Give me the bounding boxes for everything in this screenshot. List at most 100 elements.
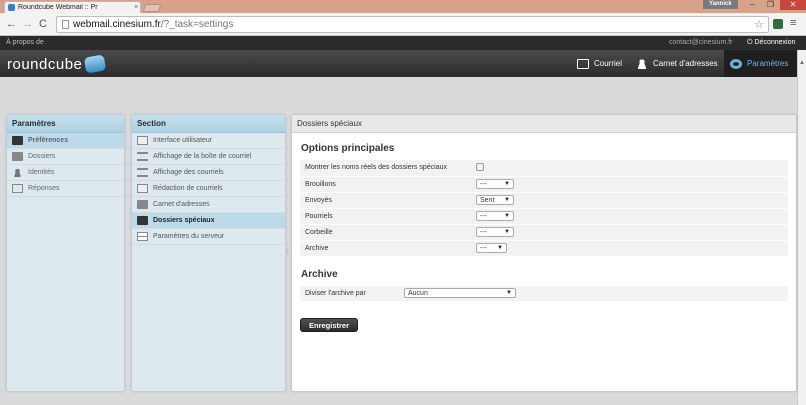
table-row: Corbeille --- ▼ — [300, 224, 788, 240]
section-item-user-interface[interactable]: Interface utilisateur — [132, 133, 285, 149]
section-panel-title: Section — [132, 115, 285, 133]
archive-options-table: Diviser l'archive par Aucun ▼ — [300, 285, 788, 303]
logout-link[interactable]: ⏻ Déconnexion — [747, 36, 795, 50]
section-item-label: Affichage de la boîte de courriel — [153, 153, 252, 160]
junk-value: --- — [480, 212, 487, 220]
server-icon — [137, 232, 148, 241]
section-item-special-folders[interactable]: Dossiers spéciaux — [132, 213, 285, 229]
reload-icon[interactable]: C — [39, 18, 47, 30]
nav-contacts[interactable]: Carnet d'adresses — [636, 50, 718, 77]
main-options-table: Montrer les noms réels des dossiers spéc… — [300, 160, 788, 257]
sidebar-item-preferences[interactable]: Préférences — [7, 133, 124, 149]
sidebar-item-label: Réponses — [28, 185, 60, 192]
show-real-names-checkbox[interactable] — [476, 162, 484, 171]
dropdown-arrow-icon: ▼ — [504, 213, 510, 219]
split-archive-select[interactable]: Aucun ▼ — [404, 288, 516, 299]
roundcube-logo[interactable]: roundcube — [7, 54, 107, 74]
forward-arrow-icon[interactable]: → — [22, 18, 33, 30]
section-item-server-settings[interactable]: Paramètres du serveur — [132, 229, 285, 245]
nav-mail[interactable]: Courriel — [577, 50, 622, 77]
content-panel: Dossiers spéciaux Options principales Mo… — [291, 114, 797, 392]
section-item-label: Affichage des courriels — [153, 169, 224, 176]
about-link[interactable]: À propos de — [6, 36, 44, 50]
app-header: roundcube Courriel Carnet d'adresses Par… — [0, 50, 806, 77]
envelope-icon — [577, 58, 589, 69]
sidebar-item-label: Préférences — [28, 137, 69, 144]
profile-name[interactable]: Yannick — [703, 0, 738, 9]
responses-icon — [12, 184, 23, 193]
list-icon — [137, 168, 148, 177]
back-arrow-icon[interactable]: ← — [6, 18, 17, 30]
scroll-up-icon[interactable]: ▲ — [798, 60, 806, 66]
url-path: /?_task=settings — [160, 19, 234, 30]
table-row: Montrer les noms réels des dossiers spéc… — [300, 160, 788, 176]
computer-icon — [12, 136, 23, 145]
list-icon — [137, 152, 148, 161]
archive-legend: Archive — [301, 268, 338, 280]
dropdown-arrow-icon: ▼ — [504, 229, 510, 235]
power-icon: ⏻ — [747, 39, 753, 46]
dropdown-arrow-icon: ▼ — [497, 245, 503, 251]
section-item-compose[interactable]: Rédaction de courriels — [132, 181, 285, 197]
folder-icon — [12, 152, 23, 161]
sidebar-item-label: Identités — [28, 169, 55, 176]
tab-close-icon[interactable]: × — [132, 4, 140, 11]
browser-tab-strip: Roundcube Webmail :: Pr × Yannick – ❐ ✕ — [0, 0, 806, 13]
section-item-label: Dossiers spéciaux — [153, 217, 215, 224]
nav-contacts-label: Carnet d'adresses — [653, 59, 718, 68]
drafts-label: Brouillons — [305, 180, 336, 188]
nav-settings[interactable]: Paramètres — [724, 50, 797, 77]
settings-sidebar-title: Paramètres — [7, 115, 124, 133]
table-row: Diviser l'archive par Aucun ▼ — [300, 285, 788, 302]
logo-text: roundcube — [7, 55, 83, 73]
user-email: contact@cinesium.fr — [669, 39, 733, 46]
browser-tab[interactable]: Roundcube Webmail :: Pr × — [4, 1, 141, 13]
computer-icon — [137, 136, 148, 145]
section-item-message-view[interactable]: Affichage des courriels — [132, 165, 285, 181]
browser-menu-icon[interactable]: ≡ — [790, 17, 796, 29]
archive-value: --- — [480, 244, 487, 252]
maximize-icon[interactable]: ❐ — [762, 0, 779, 10]
sidebar-item-label: Dossiers — [28, 153, 56, 160]
section-item-mailbox-view[interactable]: Affichage de la boîte de courriel — [132, 149, 285, 165]
table-row: Pourriels --- ▼ — [300, 208, 788, 224]
trash-label: Corbeille — [305, 228, 333, 236]
section-panel: Section Interface utilisateur Affichage … — [131, 114, 286, 392]
section-item-label: Carnet d'adresses — [153, 201, 210, 208]
sidebar-item-folders[interactable]: Dossiers — [7, 149, 124, 165]
panel-splitter[interactable]: ⁞ — [287, 250, 290, 260]
minimize-icon[interactable]: – — [744, 0, 761, 10]
table-row: Envoyés Sent ▼ — [300, 192, 788, 208]
url-host: webmail.cinesium.fr — [73, 19, 161, 30]
section-item-addressbook[interactable]: Carnet d'adresses — [132, 197, 285, 213]
address-bar[interactable]: webmail.cinesium.fr /?_task=settings ☆ — [56, 16, 769, 33]
sidebar-item-identities[interactable]: Identités — [7, 165, 124, 181]
settings-sidebar: Paramètres Préférences Dossiers Identité… — [6, 114, 125, 392]
compose-icon — [137, 184, 148, 193]
new-tab-button[interactable] — [142, 4, 162, 12]
dropdown-arrow-icon: ▼ — [506, 290, 512, 297]
table-row: Brouillons --- ▼ — [300, 176, 788, 192]
junk-select[interactable]: --- ▼ — [476, 211, 514, 221]
page-scrollbar[interactable]: ▲ — [797, 50, 806, 405]
bookmark-star-icon[interactable]: ☆ — [754, 18, 764, 31]
save-button[interactable]: Enregistrer — [300, 318, 359, 332]
person-icon — [636, 58, 648, 69]
split-archive-value: Aucun — [408, 289, 428, 297]
drafts-select[interactable]: --- ▼ — [476, 179, 514, 189]
window-close-icon[interactable]: ✕ — [780, 0, 806, 10]
trash-select[interactable]: --- ▼ — [476, 227, 514, 237]
archive-select[interactable]: --- ▼ — [476, 243, 507, 253]
content-title: Dossiers spéciaux — [292, 115, 796, 133]
extension-icon[interactable] — [773, 19, 783, 29]
junk-label: Pourriels — [305, 212, 333, 220]
sent-select[interactable]: Sent ▼ — [476, 195, 514, 205]
show-real-names-label: Montrer les noms réels des dossiers spéc… — [305, 164, 448, 172]
sidebar-item-responses[interactable]: Réponses — [7, 181, 124, 197]
section-item-label: Interface utilisateur — [153, 137, 213, 144]
roundcube-favicon-icon — [8, 4, 15, 11]
settings-form: Options principales Montrer les noms rée… — [292, 133, 796, 338]
tab-title: Roundcube Webmail :: Pr — [18, 4, 98, 11]
dropdown-arrow-icon: ▼ — [504, 197, 510, 203]
gear-icon — [730, 58, 742, 69]
